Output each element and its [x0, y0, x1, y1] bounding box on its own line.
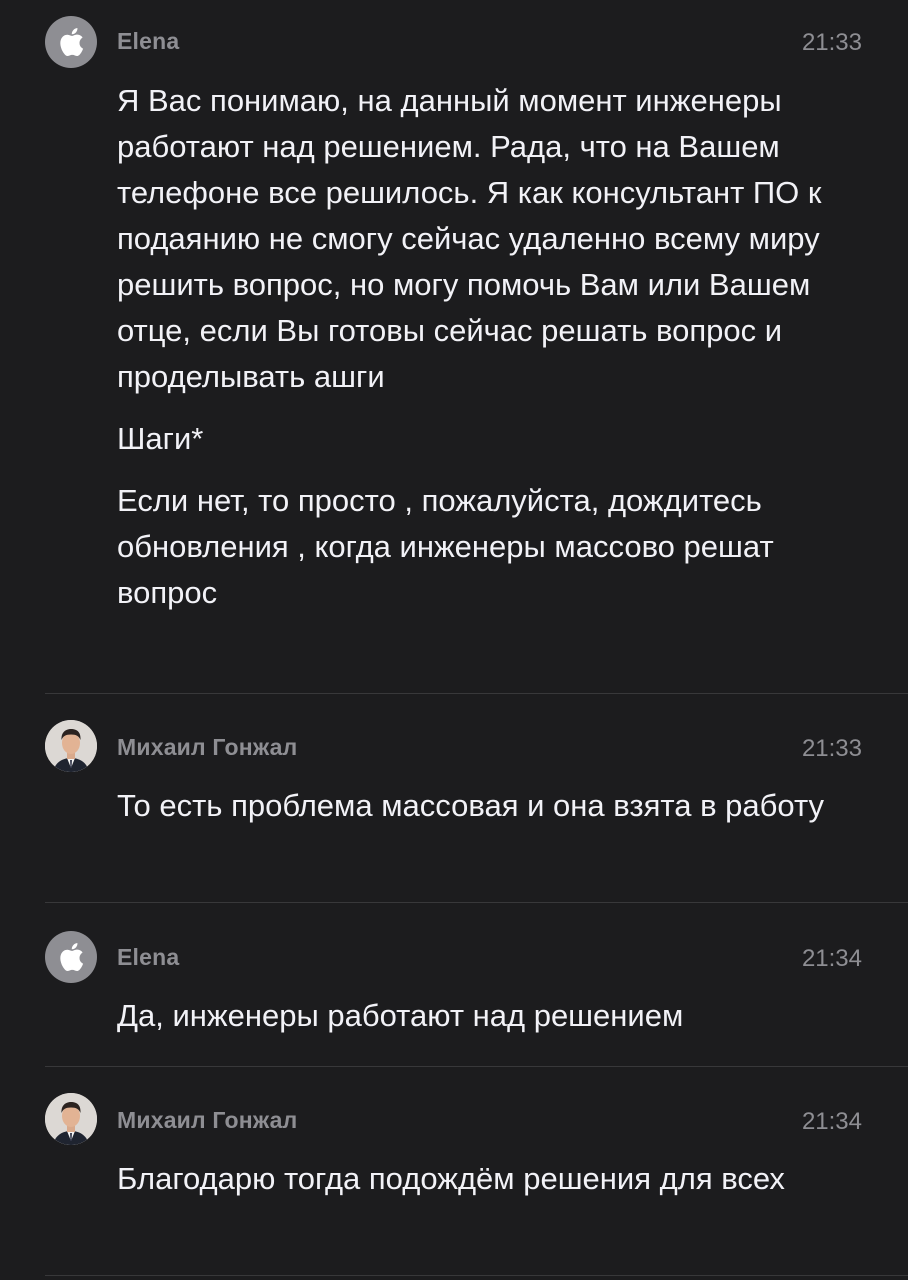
message-divider — [45, 1275, 908, 1276]
user-avatar — [45, 1093, 97, 1145]
message-time: 21:34 — [801, 1108, 862, 1135]
chat-transcript: Elena 21:33 Я Вас понимаю, на данный мом… — [0, 0, 908, 1280]
sender-name: Elena — [117, 944, 180, 970]
message-body: Благодарю тогда подождём решения для все… — [117, 1156, 837, 1202]
message-divider — [45, 1066, 908, 1067]
message-text: Если нет, то просто , пожалуйста, дождит… — [117, 483, 774, 610]
message-body: То есть проблема массовая и она взята в … — [117, 783, 837, 829]
message-body: Я Вас понимаю, на данный момент инженеры… — [117, 78, 837, 616]
sender-name: Михаил Гонжал — [117, 734, 298, 760]
message-text: Да, инженеры работают над решением — [117, 998, 684, 1033]
message-time: 21:34 — [801, 945, 862, 972]
message-time: 21:33 — [801, 29, 862, 56]
user-avatar — [45, 720, 97, 772]
apple-logo-icon — [45, 931, 97, 983]
message-text: То есть проблема массовая и она взята в … — [117, 788, 824, 823]
sender-name: Михаил Гонжал — [117, 1107, 298, 1133]
apple-logo-icon — [45, 16, 97, 68]
message-divider — [45, 902, 908, 903]
message-text: Я Вас понимаю, на данный момент инженеры… — [117, 83, 822, 394]
message-time: 21:33 — [801, 735, 862, 762]
sender-name: Elena — [117, 28, 180, 54]
message-text: Шаги* — [117, 421, 204, 456]
message-body: Да, инженеры работают над решением — [117, 993, 837, 1039]
message-text: Благодарю тогда подождём решения для все… — [117, 1161, 785, 1196]
message-divider — [45, 693, 908, 694]
